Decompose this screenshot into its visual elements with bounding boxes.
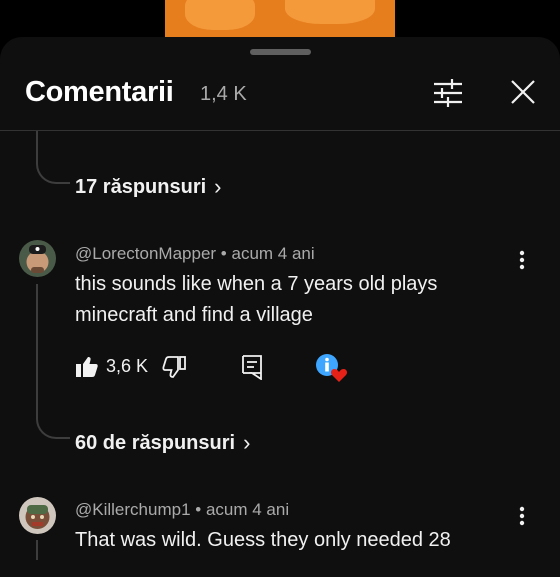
comment-meta: @LorectonMapper • acum 4 ani xyxy=(75,244,315,264)
comment-text-line: this sounds like when a 7 years old play… xyxy=(75,273,438,295)
view-replies-link[interactable]: 17 răspunsuri › xyxy=(75,174,222,200)
sliders-icon xyxy=(434,79,462,107)
dislike-button[interactable] xyxy=(162,355,186,384)
panel-title: Comentarii xyxy=(25,76,174,108)
replies-count-label: 60 de răspunsuri xyxy=(75,431,236,454)
separator-dot: • xyxy=(195,500,202,519)
close-icon xyxy=(511,80,535,104)
drag-handle[interactable] xyxy=(250,49,311,55)
more-vert-icon xyxy=(519,250,525,270)
comment-time: acum 4 ani xyxy=(231,244,315,263)
filter-button[interactable] xyxy=(428,77,468,109)
author-handle[interactable]: @Killerchump1 xyxy=(75,500,191,519)
like-count: 3,6 K xyxy=(106,356,149,376)
thumbs-down-icon xyxy=(162,356,186,378)
chevron-right-icon: › xyxy=(243,430,251,455)
view-replies-link[interactable]: 60 de răspunsuri › xyxy=(75,430,250,456)
comment-reply-icon xyxy=(242,355,262,381)
creator-heart-badge xyxy=(315,352,349,389)
comment-text: That was wild. Guess they only needed 28 xyxy=(75,525,451,556)
more-options-button[interactable] xyxy=(512,246,532,276)
thread-line xyxy=(36,131,38,161)
comment-meta: @Killerchump1 • acum 4 ani xyxy=(75,500,289,520)
separator-dot: • xyxy=(220,244,227,263)
replies-count-label: 17 răspunsuri xyxy=(75,175,207,198)
comment-text: this sounds like when a 7 years old play… xyxy=(75,269,437,331)
reply-button[interactable] xyxy=(241,354,263,385)
avatar[interactable] xyxy=(19,497,56,534)
comment-text-line: That was wild. Guess they only needed 28 xyxy=(75,529,451,551)
comment-time: acum 4 ani xyxy=(205,500,290,519)
close-button[interactable] xyxy=(506,77,540,109)
like-button[interactable] xyxy=(75,355,99,384)
info-heart-icon xyxy=(316,354,348,382)
author-handle[interactable]: @LorectonMapper xyxy=(75,244,216,263)
header-divider xyxy=(0,130,560,131)
comment-count: 1,4 K xyxy=(200,83,247,105)
thumbs-up-icon xyxy=(76,357,98,377)
more-options-button[interactable] xyxy=(512,502,532,532)
thread-line xyxy=(36,540,38,560)
thread-line xyxy=(36,284,38,416)
chevron-right-icon: › xyxy=(214,174,222,199)
more-vert-icon xyxy=(519,506,525,526)
comment-actions: 3,6 K xyxy=(75,352,375,382)
video-thumbnail xyxy=(165,0,395,40)
comment-text-line: minecraft and find a village xyxy=(75,304,313,326)
avatar[interactable] xyxy=(19,240,56,277)
